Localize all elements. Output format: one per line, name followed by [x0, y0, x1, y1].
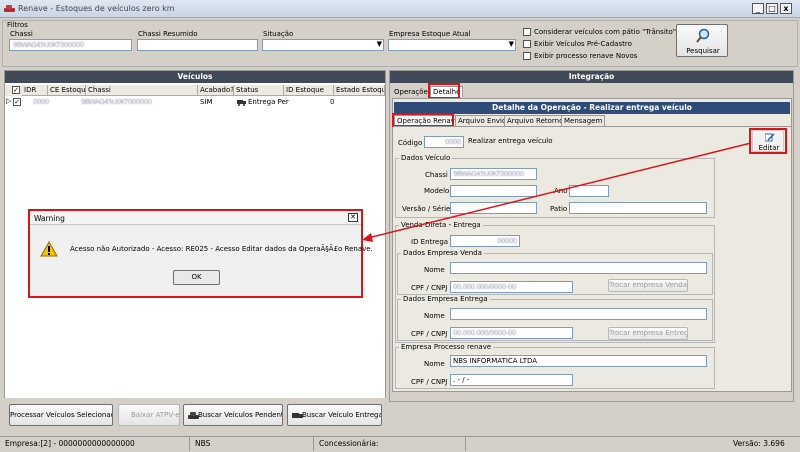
truck-icon	[292, 413, 303, 418]
warning-dialog: Warning ✕ Acesso não Autorizado - Acesso…	[28, 209, 373, 298]
buscar-entrega-button[interactable]: Buscar Veículo Entrega	[287, 404, 382, 426]
buscar-entrega-label: Buscar Veículo Entrega	[302, 411, 382, 419]
status-nbs: NBS	[192, 437, 314, 451]
baixar-atpv-button[interactable]: Baixar ATPV-e	[118, 404, 180, 426]
buscar-pendentes-label: Buscar Veículos Pendentes	[198, 411, 283, 419]
status-versao: Versão: 3.696	[733, 439, 785, 448]
ok-button[interactable]: OK	[173, 270, 220, 285]
car-icon	[188, 412, 199, 419]
warning-title: Warning	[34, 214, 65, 223]
status-empresa: Empresa:[2] - 0000000000000000	[2, 437, 190, 451]
warning-titlebar: Warning ✕	[30, 211, 361, 225]
status-concessionaria: Concessionária:	[316, 437, 466, 451]
buscar-pendentes-button[interactable]: Buscar Veículos Pendentes	[183, 404, 283, 426]
warning-message: Acesso não Autorizado - Acesso: RE025 - …	[70, 245, 373, 253]
warning-close-button[interactable]: ✕	[348, 213, 358, 222]
processar-button[interactable]: Processar Veículos Selecionados	[9, 404, 113, 426]
warning-icon	[40, 241, 58, 257]
